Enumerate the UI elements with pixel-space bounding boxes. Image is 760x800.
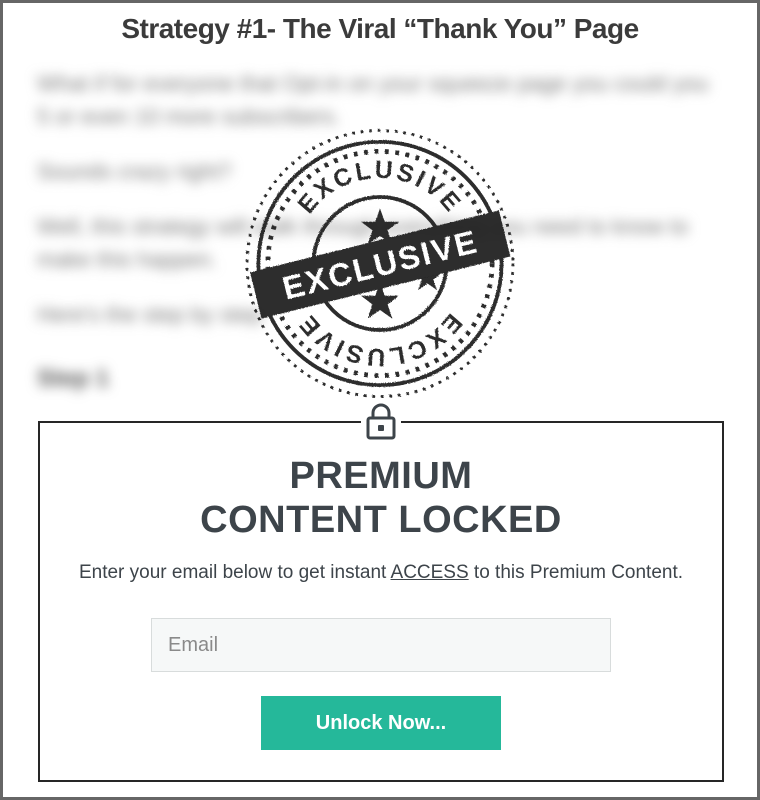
lock-heading-line1: PREMIUM [290,455,473,497]
unlock-button[interactable]: Unlock Now... [261,696,501,750]
content-area: Strategy #1- The Viral “Thank You” Page … [3,3,757,797]
blurred-paragraph: What if for everyone that Opt-in on your… [37,67,723,133]
page-title: Strategy #1- The Viral “Thank You” Page [37,13,723,45]
blurred-paragraph: Well, this strategy will walk through ev… [37,210,723,276]
blurred-paragraph: Sounds crazy right? [37,155,723,188]
lock-heading-line2: CONTENT LOCKED [200,499,562,541]
lock-heading: PREMIUM CONTENT LOCKED [64,455,698,542]
page-frame: Strategy #1- The Viral “Thank You” Page … [0,0,760,800]
blurred-paragraph: Here's the step by step. [37,298,723,331]
blurred-step-label: Step 1 [37,361,723,397]
email-input[interactable] [151,618,611,672]
lock-icon [361,401,401,441]
content-lock-card: PREMIUM CONTENT LOCKED Enter your email … [38,421,724,782]
lock-subtext: Enter your email below to get instant AC… [64,562,698,584]
